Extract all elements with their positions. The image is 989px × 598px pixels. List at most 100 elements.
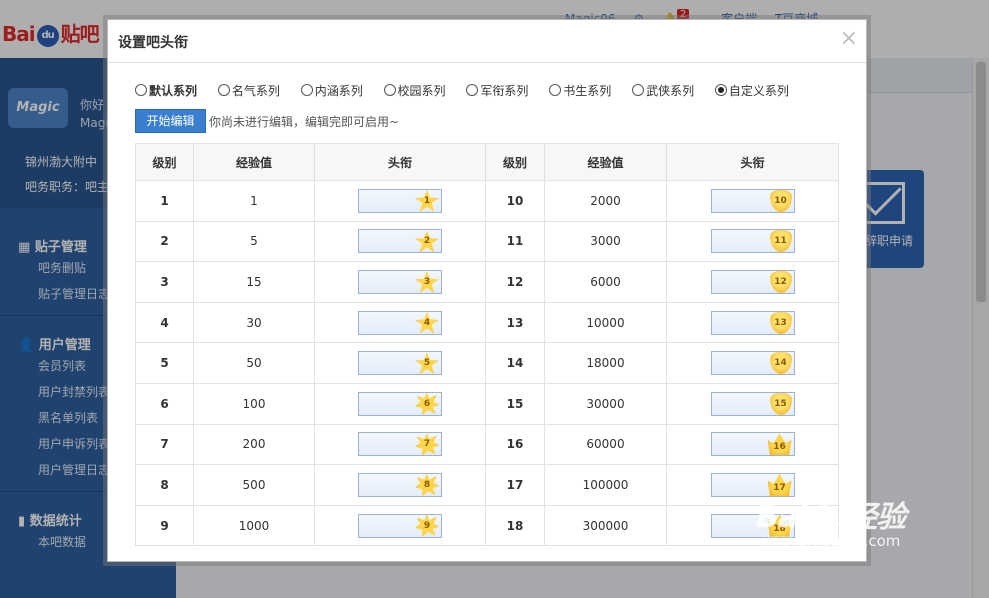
level-badge-icon: 5 [415, 352, 439, 375]
exp-cell: 100 [193, 382, 315, 425]
header-title: 头衔 [666, 143, 839, 181]
title-input[interactable]: 7 [358, 432, 442, 457]
level-cell: 10 [485, 180, 545, 222]
title-input[interactable]: 2 [358, 229, 442, 254]
level-cell: 15 [485, 382, 545, 425]
title-cell: 15 [666, 382, 839, 425]
radio-connotation-series[interactable]: 内涵系列 [300, 82, 363, 99]
title-cell: 1 [314, 180, 486, 222]
level-badge-icon: 2 [415, 230, 439, 253]
header-title: 头衔 [314, 143, 486, 181]
exp-cell: 60000 [544, 423, 667, 466]
exp-cell: 50 [193, 342, 315, 384]
series-radio-group: 默认系列 名气系列 内涵系列 校园系列 军衔系列 书生系列 武侠系列 自定义系列 [135, 82, 806, 99]
table-row: 9 1000 9 18 300000 18 [135, 504, 839, 547]
start-edit-button[interactable]: 开始编辑 [135, 109, 206, 133]
title-input[interactable]: 3 [358, 269, 442, 294]
title-input[interactable]: 6 [358, 391, 442, 416]
level-badge-icon: 10 [769, 189, 792, 212]
level-cell: 18 [485, 504, 545, 547]
level-cell: 8 [135, 464, 194, 506]
radio-wuxia-series[interactable]: 武侠系列 [632, 82, 694, 99]
exp-cell: 5 [193, 220, 315, 263]
header-exp: 经验值 [193, 143, 315, 181]
radio-dot[interactable] [466, 84, 479, 96]
dialog-header: 设置吧头衔 × [108, 20, 866, 63]
level-cell: 5 [135, 342, 194, 384]
radio-campus-series[interactable]: 校园系列 [383, 82, 446, 99]
radio-default-series[interactable]: 默认系列 [135, 82, 197, 99]
title-input[interactable]: 1 [358, 188, 442, 213]
close-icon[interactable]: × [840, 26, 858, 52]
title-cell: 9 [314, 504, 486, 547]
exp-cell: 100000 [544, 464, 667, 506]
table-row: 8 500 8 17 100000 17 [135, 464, 839, 506]
title-input[interactable]: 16 [710, 432, 795, 457]
table-row: 5 50 5 14 18000 14 [135, 342, 839, 384]
title-cell: 16 [666, 423, 839, 466]
radio-dot[interactable] [383, 84, 396, 96]
level-badge-icon: 3 [415, 270, 439, 293]
level-cell: 16 [485, 423, 545, 466]
level-badge-icon: 16 [767, 433, 792, 456]
title-cell: 12 [666, 261, 839, 303]
level-cell: 13 [485, 301, 545, 344]
dialog-title: 设置吧头衔 [118, 35, 188, 51]
title-input[interactable]: 8 [358, 472, 442, 497]
title-input[interactable]: 9 [358, 513, 442, 538]
table-row: 7 200 7 16 60000 16 [135, 423, 839, 466]
table-row: 4 30 4 13 10000 13 [135, 301, 839, 344]
exp-cell: 3000 [544, 220, 667, 263]
radio-dot[interactable] [300, 84, 313, 96]
watermark-url: jingyan.baidu.com [762, 532, 901, 550]
radio-dot[interactable] [632, 84, 645, 96]
table-header-row: 级别 经验值 头衔 级别 经验值 头衔 [135, 143, 839, 181]
level-cell: 12 [485, 261, 545, 303]
title-cell: 4 [314, 301, 486, 344]
title-input[interactable]: 15 [710, 391, 795, 416]
exp-cell: 30000 [544, 382, 667, 425]
radio-dot[interactable] [549, 84, 562, 96]
title-input[interactable]: 10 [710, 188, 795, 213]
title-cell: 5 [314, 342, 486, 384]
title-input[interactable]: 4 [358, 310, 442, 335]
exp-cell: 15 [193, 261, 315, 303]
level-badge-icon: 13 [769, 311, 792, 334]
header-level: 级别 [135, 143, 194, 181]
level-badge-icon: 6 [415, 392, 439, 415]
set-title-dialog: 设置吧头衔 × 默认系列 名气系列 内涵系列 校园系列 军衔系列 书生系列 武侠… [107, 19, 867, 562]
title-input[interactable]: 14 [710, 351, 795, 376]
title-input[interactable]: 11 [710, 229, 795, 254]
level-cell: 1 [135, 180, 194, 222]
title-cell: 3 [314, 261, 486, 303]
exp-cell: 1000 [193, 504, 315, 547]
title-input[interactable]: 12 [710, 269, 795, 294]
radio-custom-series[interactable]: 自定义系列 [714, 82, 789, 99]
level-badge-icon: 11 [769, 230, 792, 253]
table-body: 1 1 1 10 2000 10 2 5 2 11 3000 11 3 15 3 12 6000 12 4 30 4 13… [135, 180, 839, 547]
level-badge-icon: 15 [769, 392, 792, 415]
title-input[interactable]: 13 [710, 310, 795, 335]
baidu-jingyan-watermark: Baidu经验 jingyan.baidu.com [756, 492, 906, 550]
title-level-table: 级别 经验值 头衔 级别 经验值 头衔 1 1 1 10 2000 10 2 5 2 11 3000… [135, 143, 839, 547]
level-cell: 9 [135, 504, 194, 547]
table-row: 1 1 1 10 2000 10 [135, 180, 839, 222]
radio-dot[interactable] [217, 84, 230, 96]
level-cell: 4 [135, 301, 194, 344]
table-row: 3 15 3 12 6000 12 [135, 261, 839, 303]
title-cell: 2 [314, 220, 486, 263]
radio-fame-series[interactable]: 名气系列 [217, 82, 280, 99]
exp-cell: 10000 [544, 301, 667, 344]
radio-military-series[interactable]: 军衔系列 [466, 82, 528, 99]
radio-dot[interactable] [135, 84, 147, 96]
radio-scholar-series[interactable]: 书生系列 [549, 82, 611, 99]
header-level: 级别 [485, 143, 545, 181]
title-input[interactable]: 5 [358, 351, 442, 376]
exp-cell: 6000 [544, 261, 667, 303]
table-row: 2 5 2 11 3000 11 [135, 220, 839, 263]
level-badge-icon: 8 [415, 473, 439, 496]
radio-dot[interactable] [714, 84, 727, 96]
level-badge-icon: 9 [415, 514, 439, 537]
level-cell: 14 [485, 342, 545, 384]
title-cell: 8 [314, 464, 486, 506]
